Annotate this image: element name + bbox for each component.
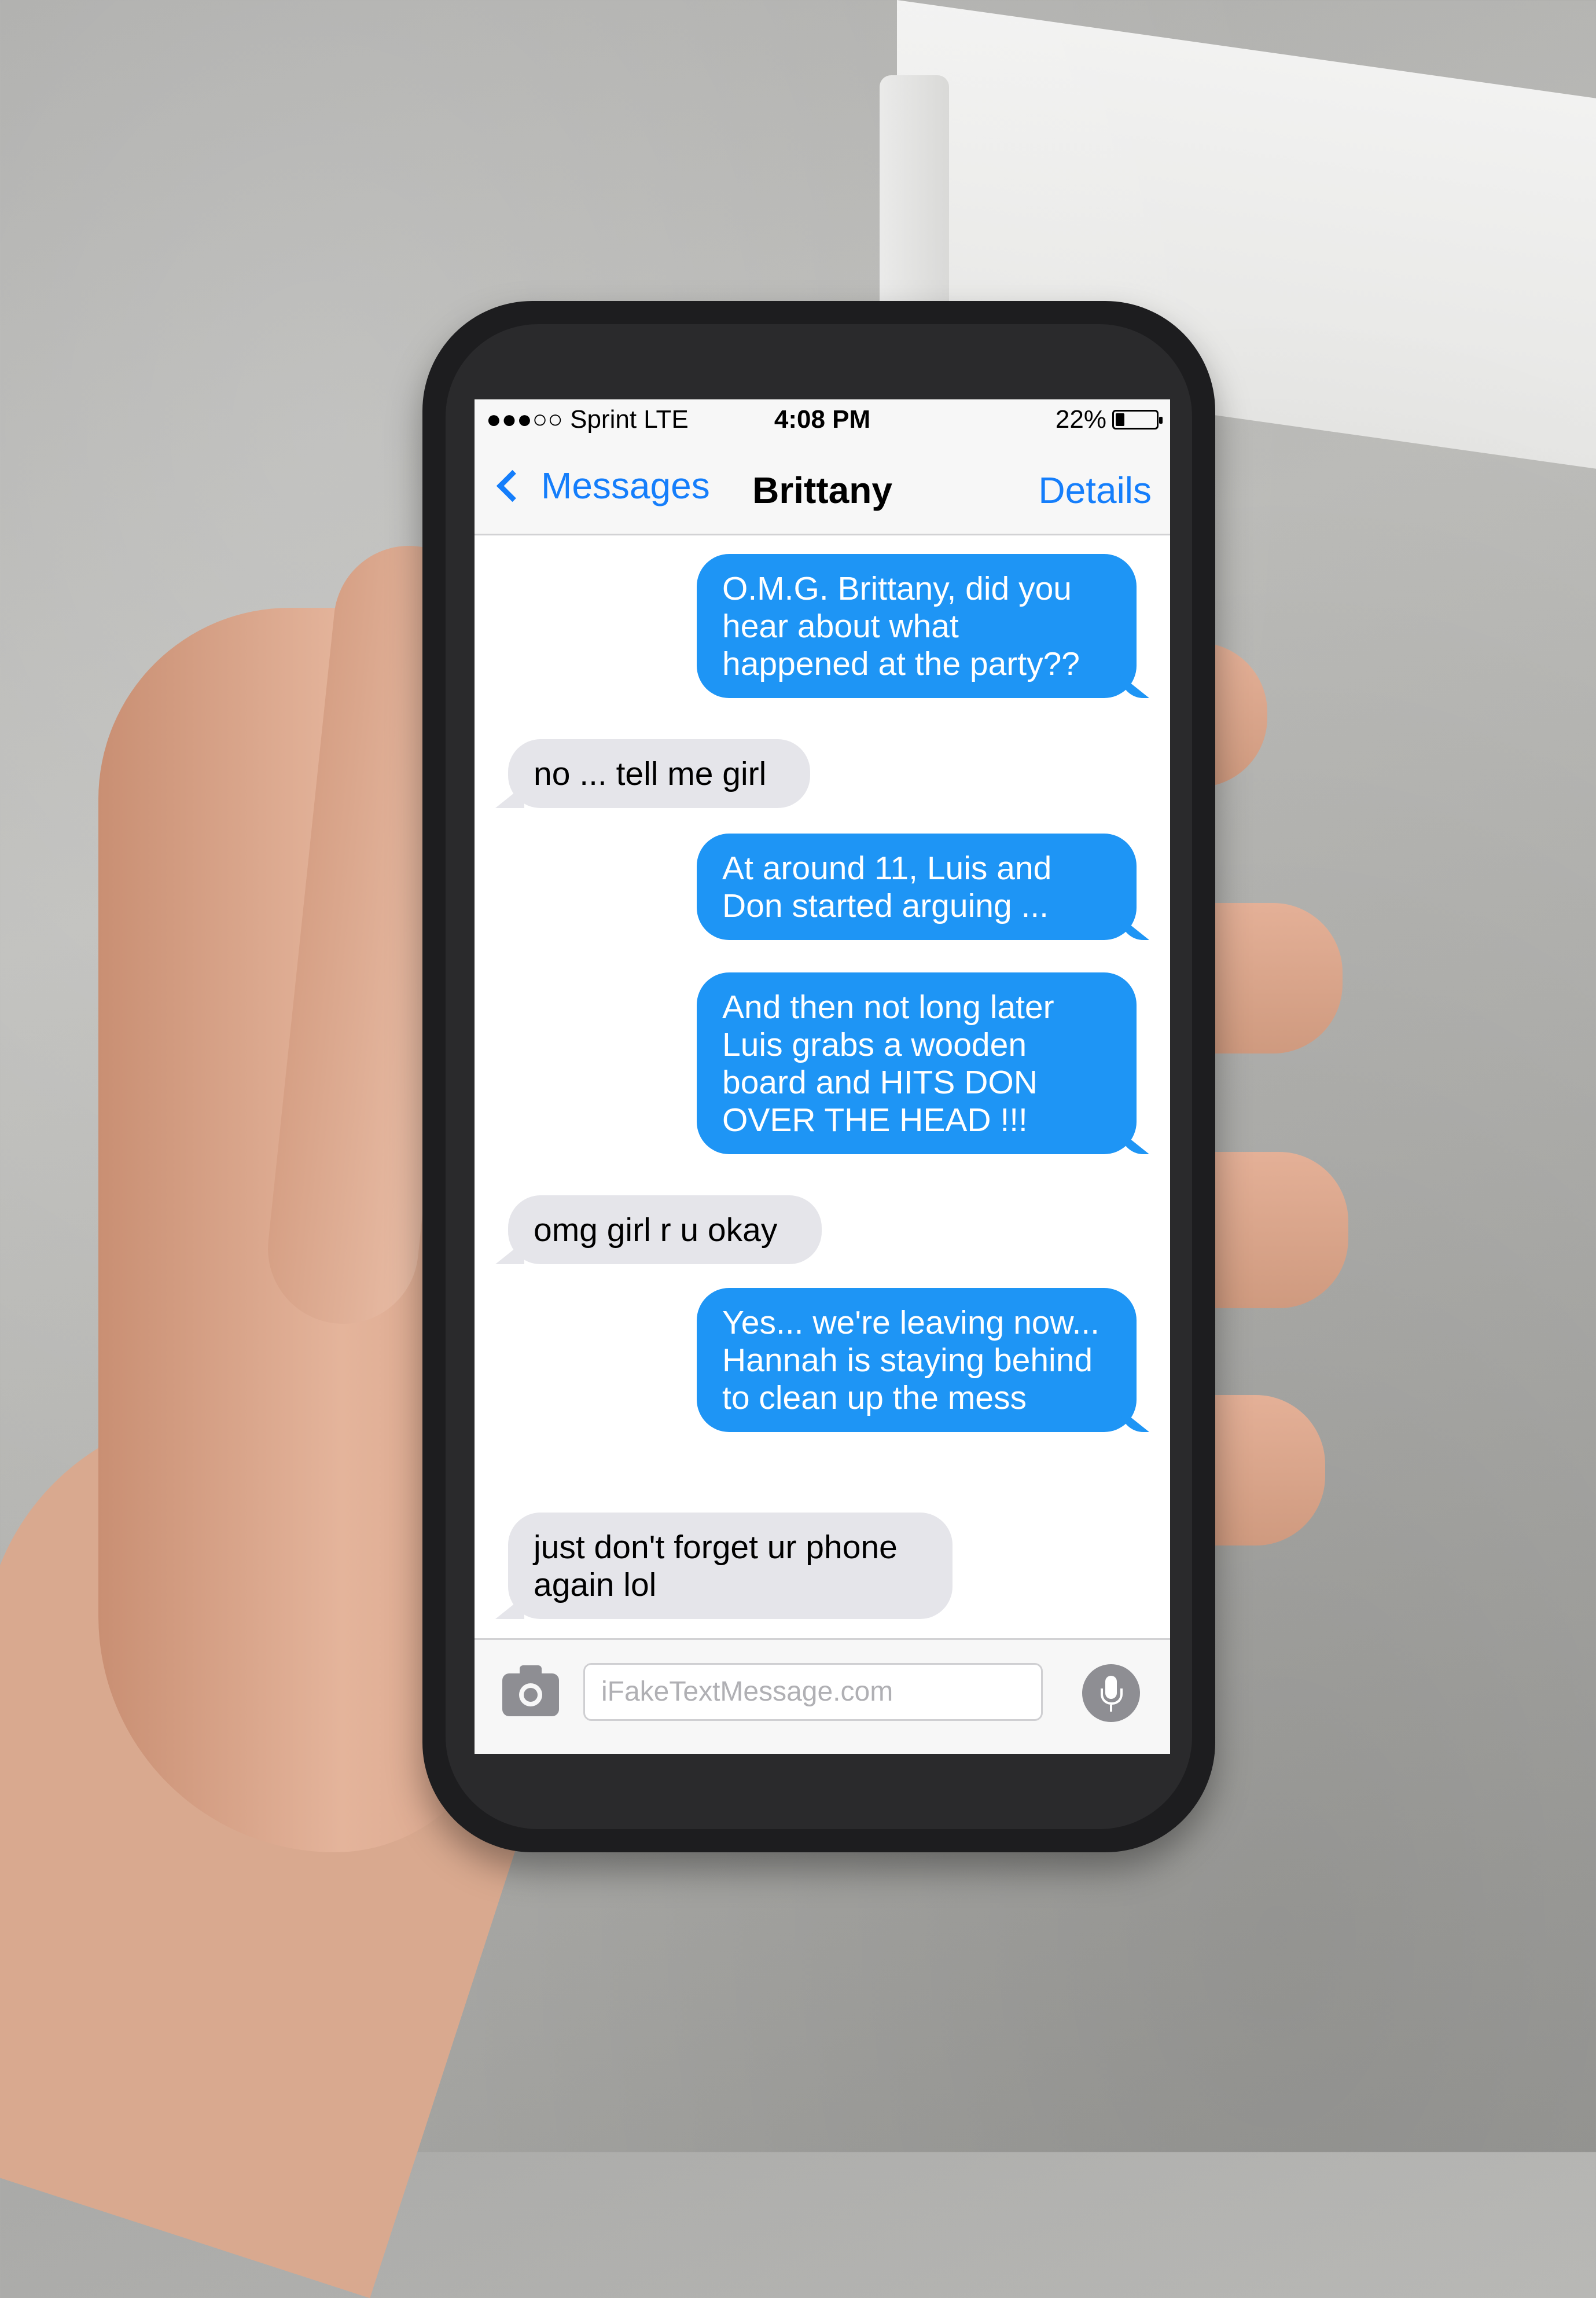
camera-icon[interactable]	[502, 1665, 559, 1716]
message-thread[interactable]: O.M.G. Brittany, did you hear about what…	[475, 535, 1170, 1638]
sent-message-bubble[interactable]: At around 11, Luis and Don started argui…	[697, 834, 1137, 940]
sent-message-bubble[interactable]: And then not long later Luis grabs a woo…	[697, 972, 1137, 1154]
battery-percent-label: 22%	[1055, 405, 1106, 434]
sent-message-bubble[interactable]: Yes... we're leaving now... Hannah is st…	[697, 1288, 1137, 1432]
received-message-bubble[interactable]: omg girl r u okay	[508, 1195, 822, 1264]
received-message-bubble[interactable]: no ... tell me girl	[508, 739, 810, 808]
microphone-icon[interactable]	[1082, 1664, 1140, 1722]
compose-bar: iFakeTextMessage.com	[475, 1638, 1170, 1754]
sent-message-bubble[interactable]: O.M.G. Brittany, did you hear about what…	[697, 554, 1137, 698]
message-input[interactable]: iFakeTextMessage.com	[583, 1663, 1043, 1721]
battery-fill	[1116, 413, 1124, 426]
received-message-bubble[interactable]: just don't forget ur phone again lol	[508, 1513, 953, 1619]
battery-icon	[1112, 410, 1163, 430]
navigation-bar: Messages Brittany Details	[475, 440, 1170, 535]
phone-screen: ●●●○○ Sprint LTE 4:08 PM 22% Messages Br…	[475, 399, 1170, 1754]
mic-stand	[1101, 1688, 1123, 1705]
battery-status: 22%	[1055, 405, 1163, 434]
status-bar: ●●●○○ Sprint LTE 4:08 PM 22%	[475, 399, 1170, 440]
mic-post	[1110, 1705, 1112, 1712]
camera-lens	[519, 1683, 542, 1706]
details-button[interactable]: Details	[1038, 469, 1152, 512]
